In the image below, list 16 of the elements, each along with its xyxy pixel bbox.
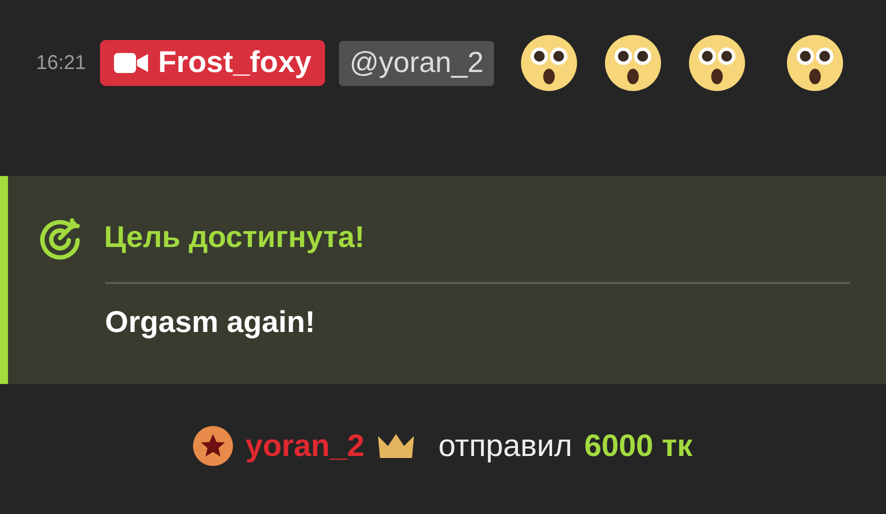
astonished-emoji-icon (604, 34, 662, 92)
video-camera-icon (114, 52, 148, 74)
tip-action: отправил (438, 428, 572, 464)
message-time: 16:21 (36, 52, 86, 74)
astonished-emoji-icon (786, 34, 844, 92)
goal-text: Orgasm again! (105, 306, 316, 339)
mention-badge[interactable]: @yoran_2 (339, 40, 494, 86)
astonished-emoji-icon (520, 34, 578, 92)
crown-icon (376, 432, 416, 460)
star-avatar-icon (193, 426, 234, 466)
goal-title: Цель достигнута! (104, 221, 365, 255)
sender-badge[interactable]: Frost_foxy (100, 40, 326, 86)
tipper-username[interactable]: yoran_2 (245, 428, 364, 464)
target-icon (38, 216, 82, 260)
tip-amount: 6000 тк (584, 428, 693, 464)
astonished-emoji-icon (688, 34, 746, 92)
